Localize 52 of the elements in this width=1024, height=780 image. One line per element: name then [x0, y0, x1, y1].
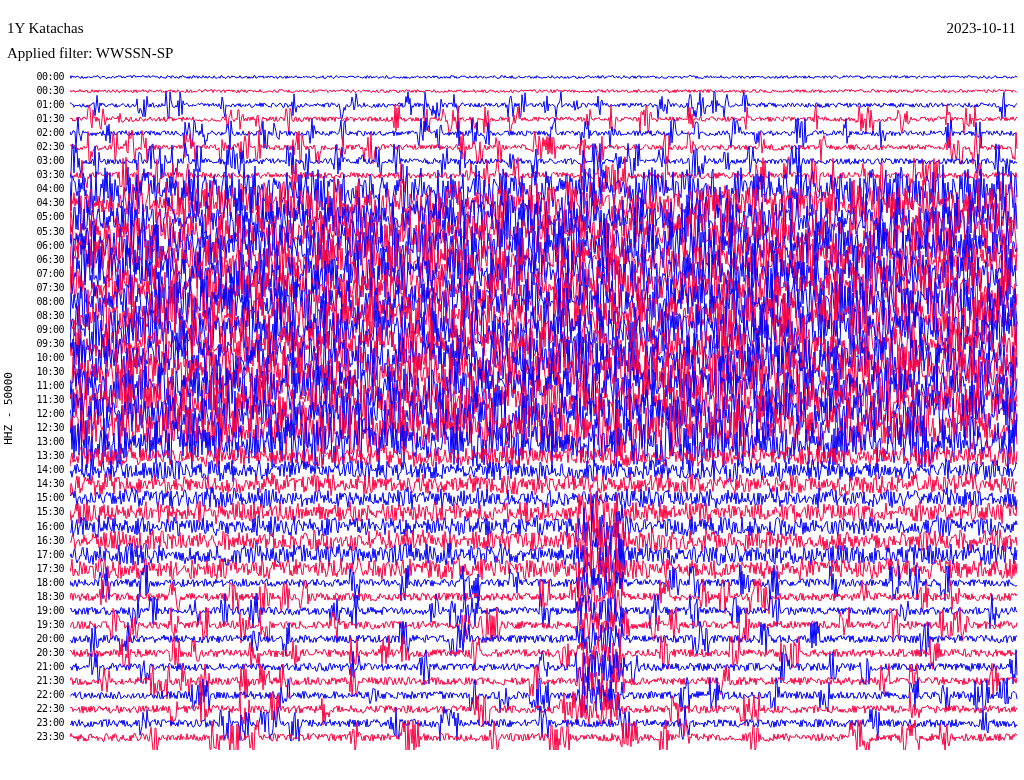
axis-label: HHZ - 50000 — [1, 371, 15, 445]
time-label: 03:00 — [36, 154, 64, 169]
time-label: 16:30 — [36, 533, 64, 548]
time-label: 05:00 — [36, 210, 64, 225]
filter-label: Applied filter: WWSSN-SP — [7, 45, 174, 61]
time-label: 21:30 — [36, 674, 64, 688]
time-label: 21:00 — [36, 659, 64, 674]
time-label: 18:00 — [36, 575, 64, 590]
time-label: 07:30 — [36, 280, 64, 295]
time-label: 00:00 — [36, 70, 64, 84]
time-label: 04:00 — [36, 182, 64, 197]
time-label: 16:00 — [36, 519, 64, 534]
time-label: 12:00 — [36, 407, 64, 422]
station-title: 1Y Katachas — [7, 20, 84, 37]
time-label: 01:30 — [36, 112, 64, 127]
time-label: 18:30 — [36, 589, 64, 604]
time-label: 09:30 — [36, 336, 64, 351]
date-label: 2023-10-11 — [946, 20, 1016, 37]
time-label: 11:00 — [36, 379, 64, 394]
time-label: 17:30 — [36, 561, 64, 576]
time-label: 19:00 — [36, 603, 64, 618]
time-label: 08:00 — [36, 294, 64, 309]
time-label: 13:30 — [36, 449, 64, 464]
time-label: 17:00 — [36, 547, 64, 562]
time-label: 12:30 — [36, 421, 64, 436]
time-label: 06:30 — [36, 252, 64, 267]
time-label: 05:30 — [36, 224, 64, 239]
time-label: 20:00 — [36, 631, 64, 646]
time-label: 14:00 — [36, 463, 64, 478]
time-label: 02:00 — [36, 126, 64, 141]
time-label: 10:30 — [36, 365, 64, 379]
time-label: 14:30 — [36, 477, 64, 492]
time-label: 22:30 — [36, 702, 64, 717]
time-label: 20:30 — [36, 645, 64, 660]
time-label: 00:30 — [36, 84, 64, 99]
time-label: 22:00 — [36, 688, 64, 703]
time-label: 01:00 — [36, 98, 64, 113]
time-label: 11:30 — [36, 393, 64, 408]
time-label: 09:00 — [36, 322, 64, 337]
time-label: 15:30 — [36, 505, 64, 520]
time-label: 13:00 — [36, 435, 64, 450]
time-label: 07:00 — [36, 266, 64, 281]
time-label: 03:30 — [36, 168, 64, 183]
time-label: 19:30 — [36, 617, 64, 632]
time-label: 23:30 — [36, 730, 64, 745]
time-label: 10:00 — [36, 350, 64, 365]
time-label: 15:00 — [36, 491, 64, 506]
time-label: 02:30 — [36, 140, 64, 155]
time-label: 04:30 — [36, 196, 64, 211]
time-label: 06:00 — [36, 238, 64, 253]
time-label: 08:30 — [36, 308, 64, 323]
time-label: 23:00 — [36, 716, 64, 731]
